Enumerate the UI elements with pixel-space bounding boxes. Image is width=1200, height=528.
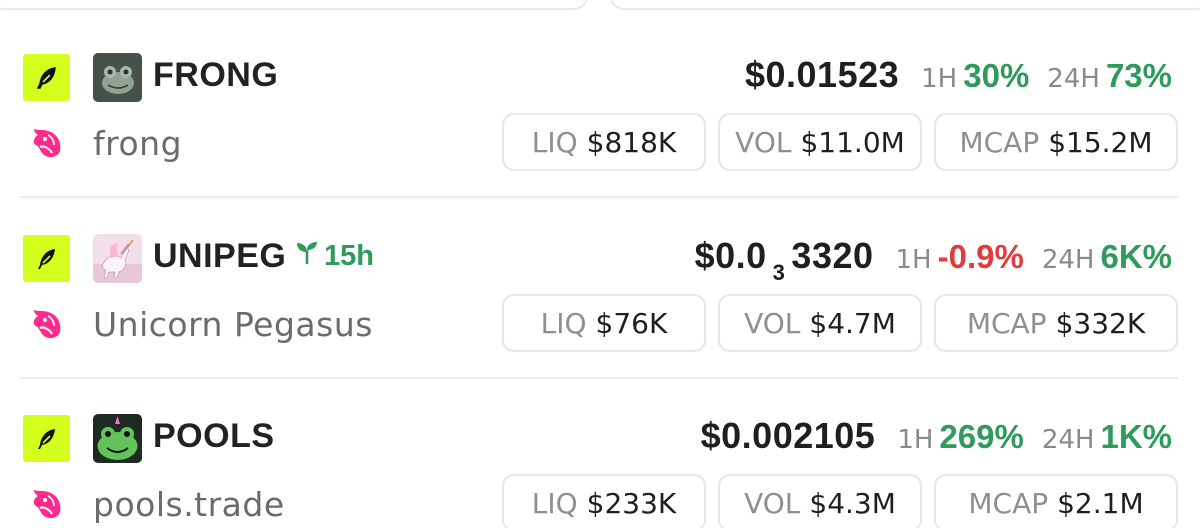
market-cap-pill[interactable]: MCAP $332K [934,294,1178,352]
timeframe-24h-label: 24H [1041,245,1095,275]
change-1h: 269% [939,418,1024,455]
uniswap-unicorn-icon [23,479,70,526]
token-name: Unicorn Pegasus [93,305,373,344]
token-age: 15h [294,239,374,273]
price-line: $0.01523 1H 30% 24H 73% [745,54,1172,96]
token-price: $0.0 3 3320 [694,235,874,285]
timeframe-24h-label: 24H [1041,425,1095,455]
liquidity-pill[interactable]: LIQ $233K [502,474,706,528]
volume-pill[interactable]: VOL $4.7M [718,294,922,352]
uniswap-unicorn-icon [23,118,70,165]
token-row-pools[interactable]: POOLS $0.002105 1H 269% 24H 1K% pools.tr… [0,360,1200,528]
liquidity-pill[interactable]: LIQ $818K [502,113,706,171]
feather-icon [23,235,70,282]
uniswap-unicorn-icon [23,299,70,346]
liquidity-pill[interactable]: LIQ $76K [502,294,706,352]
change-24h: 6K% [1100,238,1172,275]
volume-pill[interactable]: VOL $11.0M [718,113,922,171]
token-symbol: UNIPEG [153,237,287,275]
change-24h: 73% [1105,57,1172,94]
frog-unicorn-icon [93,414,142,463]
pegasus-icon [93,234,142,283]
seedling-icon [294,239,320,273]
frog-photo-icon [93,53,142,102]
token-name: frong [93,124,183,163]
change-24h: 1K% [1100,418,1172,455]
stats-pills: LIQ $818K VOL $11.0M MCAP $15.2M [502,113,1178,171]
feather-icon [23,415,70,462]
token-name: pools.trade [93,485,285,524]
timeframe-1h-label: 1H [897,425,934,455]
feather-icon [23,54,70,101]
price-line: $0.0 3 3320 1H -0.9% 24H 6K% [694,235,1172,285]
stats-pills: LIQ $233K VOL $4.3M MCAP $2.1M [502,474,1178,528]
stats-pills: LIQ $76K VOL $4.7M MCAP $332K [502,294,1178,352]
market-cap-pill[interactable]: MCAP $2.1M [934,474,1178,528]
market-cap-pill[interactable]: MCAP $15.2M [934,113,1178,171]
timeframe-1h-label: 1H [895,245,932,275]
token-price: $0.01523 [744,54,900,95]
token-row-frong[interactable]: FRONG $0.01523 1H 30% 24H 73% frong LIQ $… [0,0,1200,180]
volume-pill[interactable]: VOL $4.3M [718,474,922,528]
change-1h: -0.9% [937,238,1024,275]
token-row-unipeg[interactable]: UNIPEG 15h $0.0 3 3320 1H -0.9% 24H 6K% Un… [0,180,1200,360]
timeframe-1h-label: 1H [921,64,958,94]
change-1h: 30% [963,57,1030,94]
token-price: $0.002105 [700,415,876,456]
token-symbol: POOLS [153,417,275,455]
token-symbol: FRONG [153,56,279,94]
timeframe-24h-label: 24H [1047,64,1100,94]
price-line: $0.002105 1H 269% 24H 1K% [701,415,1172,457]
